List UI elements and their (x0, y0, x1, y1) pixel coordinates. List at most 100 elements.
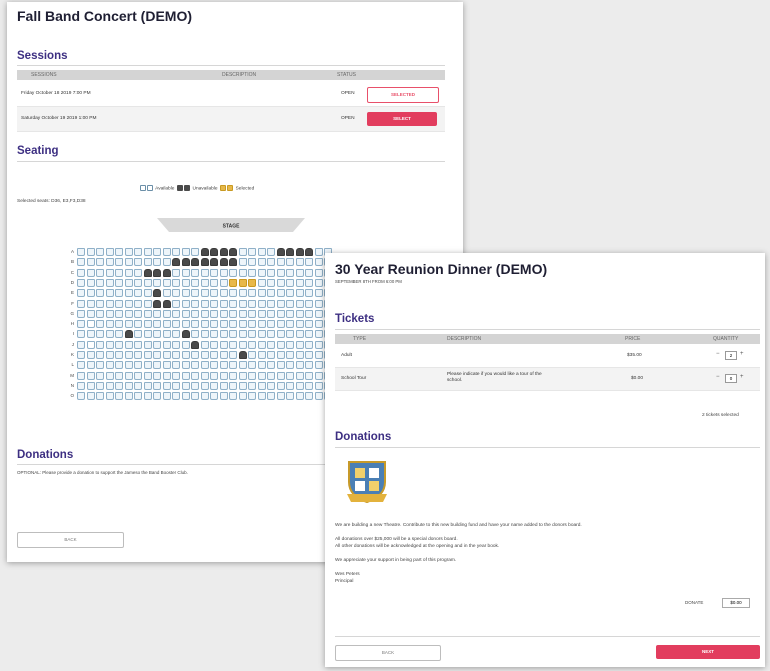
seat[interactable] (267, 330, 275, 339)
seat[interactable] (153, 381, 161, 390)
seat[interactable] (248, 320, 256, 329)
seat[interactable] (134, 309, 142, 318)
seat[interactable] (162, 268, 171, 277)
seat[interactable] (267, 320, 275, 329)
seat[interactable] (77, 299, 85, 308)
seat[interactable] (286, 289, 294, 298)
seat[interactable] (305, 289, 313, 298)
seat[interactable] (286, 248, 294, 256)
seat[interactable] (200, 371, 209, 380)
seat[interactable] (257, 248, 266, 256)
seat[interactable] (191, 381, 199, 390)
seat[interactable] (295, 268, 304, 277)
seat[interactable] (267, 248, 275, 256)
seat[interactable] (105, 330, 114, 339)
seat[interactable] (162, 320, 171, 329)
seat[interactable] (257, 340, 266, 349)
seat[interactable] (229, 309, 237, 318)
seat[interactable] (200, 278, 209, 287)
seat[interactable] (162, 278, 171, 287)
seat[interactable] (305, 258, 313, 267)
seat[interactable] (191, 289, 199, 298)
seat[interactable] (96, 351, 104, 359)
seat[interactable] (153, 289, 161, 298)
seat[interactable] (305, 309, 313, 318)
seat[interactable] (181, 289, 190, 298)
seat[interactable] (143, 340, 152, 349)
seat[interactable] (181, 248, 190, 256)
seat[interactable] (134, 330, 142, 339)
seat[interactable] (276, 371, 285, 380)
seat[interactable] (276, 361, 285, 370)
seat[interactable] (105, 340, 114, 349)
seat[interactable] (238, 340, 247, 349)
seat[interactable] (219, 258, 228, 267)
seat[interactable] (96, 392, 104, 401)
seat[interactable] (77, 351, 85, 359)
seat[interactable] (124, 340, 133, 349)
seat[interactable] (210, 330, 218, 339)
seat[interactable] (105, 351, 114, 359)
seat[interactable] (86, 371, 95, 380)
seat[interactable] (314, 268, 323, 277)
seat[interactable] (257, 299, 266, 308)
seat[interactable] (191, 351, 199, 359)
seat[interactable] (115, 289, 123, 298)
seat[interactable] (105, 392, 114, 401)
seat[interactable] (295, 248, 304, 256)
seat[interactable] (210, 258, 218, 267)
seat[interactable] (134, 258, 142, 267)
seat[interactable] (248, 361, 256, 370)
seat[interactable] (248, 289, 256, 298)
seat[interactable] (219, 330, 228, 339)
seat[interactable] (143, 309, 152, 318)
seat[interactable] (172, 330, 180, 339)
seat[interactable] (134, 278, 142, 287)
seat[interactable] (276, 351, 285, 359)
seat[interactable] (305, 392, 313, 401)
seat[interactable] (124, 289, 133, 298)
seat[interactable] (153, 340, 161, 349)
seat[interactable] (96, 289, 104, 298)
seat[interactable] (229, 371, 237, 380)
seat[interactable] (172, 309, 180, 318)
seat[interactable] (267, 371, 275, 380)
seat[interactable] (162, 299, 171, 308)
seat[interactable] (210, 248, 218, 256)
seat[interactable] (229, 392, 237, 401)
seat[interactable] (210, 299, 218, 308)
seat[interactable] (238, 248, 247, 256)
seat[interactable] (181, 371, 190, 380)
seat[interactable] (86, 309, 95, 318)
seat[interactable] (162, 340, 171, 349)
seat[interactable] (229, 268, 237, 277)
seat[interactable] (219, 299, 228, 308)
seat[interactable] (105, 248, 114, 256)
seat[interactable] (162, 371, 171, 380)
seat[interactable] (200, 289, 209, 298)
seat[interactable] (295, 392, 304, 401)
seat[interactable] (210, 351, 218, 359)
seat[interactable] (124, 309, 133, 318)
seat[interactable] (210, 289, 218, 298)
seat[interactable] (105, 268, 114, 277)
seat[interactable] (295, 299, 304, 308)
seat[interactable] (143, 320, 152, 329)
seat[interactable] (172, 381, 180, 390)
seat[interactable] (200, 258, 209, 267)
seat[interactable] (96, 330, 104, 339)
seat[interactable] (105, 371, 114, 380)
seat[interactable] (295, 381, 304, 390)
seat[interactable] (238, 330, 247, 339)
seat[interactable] (305, 371, 313, 380)
seat[interactable] (248, 381, 256, 390)
seat[interactable] (276, 258, 285, 267)
seat[interactable] (210, 371, 218, 380)
seat[interactable] (295, 320, 304, 329)
seat[interactable] (305, 330, 313, 339)
seat[interactable] (200, 392, 209, 401)
seat[interactable] (248, 248, 256, 256)
seat[interactable] (96, 258, 104, 267)
seat[interactable] (105, 289, 114, 298)
seat[interactable] (210, 392, 218, 401)
